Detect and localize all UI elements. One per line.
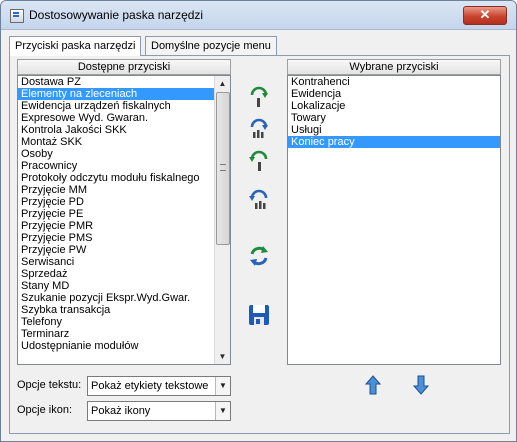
chevron-down-icon[interactable]: ▼ [215,377,230,395]
chosen-list-item[interactable]: Koniec pracy [288,136,500,148]
save-disk-icon[interactable] [247,303,271,327]
add-button-icon[interactable] [247,84,271,108]
text-options-value: Pokaż etykiety tekstowe [91,380,209,392]
available-list-item[interactable]: Expresowe Wyd. Gwaran. [18,112,230,124]
available-list-item[interactable]: Stany MD [18,280,230,292]
available-list-item[interactable]: Przyjęcie PD [18,196,230,208]
close-button[interactable]: ✕ [463,6,507,25]
available-list-item[interactable]: Telefony [18,316,230,328]
title-bar[interactable]: Dostosowywanie paska narzędzi ✕ [1,1,516,30]
available-buttons-header: Dostępne przyciski [17,59,231,75]
available-list-item[interactable]: Osoby [18,148,230,160]
available-list-item[interactable]: Pracownicy [18,160,230,172]
available-list-item[interactable]: Montaż SKK [18,136,230,148]
available-list-item[interactable]: Szukanie pozycji Ekspr.Wyd.Gwar. [18,292,230,304]
available-list-scrollbar[interactable]: ▲ ▼ [214,76,230,364]
remove-all-buttons-icon[interactable] [247,187,271,211]
icon-options-label: Opcje ikon: [17,404,73,416]
chosen-list-item[interactable]: Towary [288,112,500,124]
chosen-buttons-list[interactable]: Kontrahenci Ewidencja Lokalizacje Towary Usł… [287,75,501,365]
available-list-item[interactable]: Przyjęcie PMS [18,232,230,244]
icon-options-value: Pokaż ikony [91,405,151,417]
available-list-item[interactable]: Sprzedaż [18,268,230,280]
move-down-arrow-icon[interactable] [412,375,430,395]
scrollbar-thumb[interactable] [216,92,230,245]
available-list-item[interactable]: Ewidencja urządzeń fiskalnych [18,100,230,112]
available-list-item[interactable]: Kontrola Jakości SKK [18,124,230,136]
chosen-list-item[interactable]: Usługi [288,124,500,136]
remove-button-icon[interactable] [247,148,271,172]
available-list-item[interactable]: Udostępnianie modułów [18,340,230,352]
available-list-item[interactable]: Dostawa PZ [18,76,230,88]
chosen-list-item[interactable]: Ewidencja [288,88,500,100]
tab-toolbar-buttons[interactable]: Przyciski paska narzędzi [9,36,142,56]
available-list-item[interactable]: Przyjęcie PW [18,244,230,256]
available-list-item[interactable]: Elementy na zleceniach [18,88,230,100]
window-title: Dostosowywanie paska narzędzi [29,8,204,22]
chevron-down-icon[interactable]: ▼ [215,402,230,420]
available-list-item[interactable]: Przyjęcie MM [18,184,230,196]
available-list-item[interactable]: Serwisanci [18,256,230,268]
available-list-item[interactable]: Szybka transakcja [18,304,230,316]
available-list-item[interactable]: Przyjęcie PE [18,208,230,220]
app-icon [10,9,24,23]
chosen-list-item[interactable]: Lokalizacje [288,100,500,112]
chosen-list-item[interactable]: Kontrahenci [288,76,500,88]
available-list-item[interactable]: Protokoły odczytu modułu fiskalnego [18,172,230,184]
available-list-item[interactable]: Przyjęcie PMR [18,220,230,232]
available-buttons-list[interactable]: Dostawa PZ Elementy na zleceniach Ewidencj… [17,75,231,365]
add-all-buttons-icon[interactable] [247,116,271,140]
customize-toolbar-dialog: Dostosowywanie paska narzędzi ✕ Przycisk… [0,0,517,442]
chosen-buttons-header: Wybrane przyciski [287,59,501,75]
icon-options-select[interactable]: Pokaż ikony ▼ [87,401,231,421]
tab-default-menu-items[interactable]: Domyślne pozycje menu [145,36,277,55]
available-list-item[interactable]: Terminarz [18,328,230,340]
scroll-up-arrow-icon[interactable]: ▲ [215,76,230,91]
scroll-down-arrow-icon[interactable]: ▼ [215,349,230,364]
text-options-select[interactable]: Pokaż etykiety tekstowe ▼ [87,376,231,396]
text-options-label: Opcje tekstu: [17,379,82,391]
reset-refresh-icon[interactable] [247,244,271,268]
move-up-arrow-icon[interactable] [364,375,382,395]
